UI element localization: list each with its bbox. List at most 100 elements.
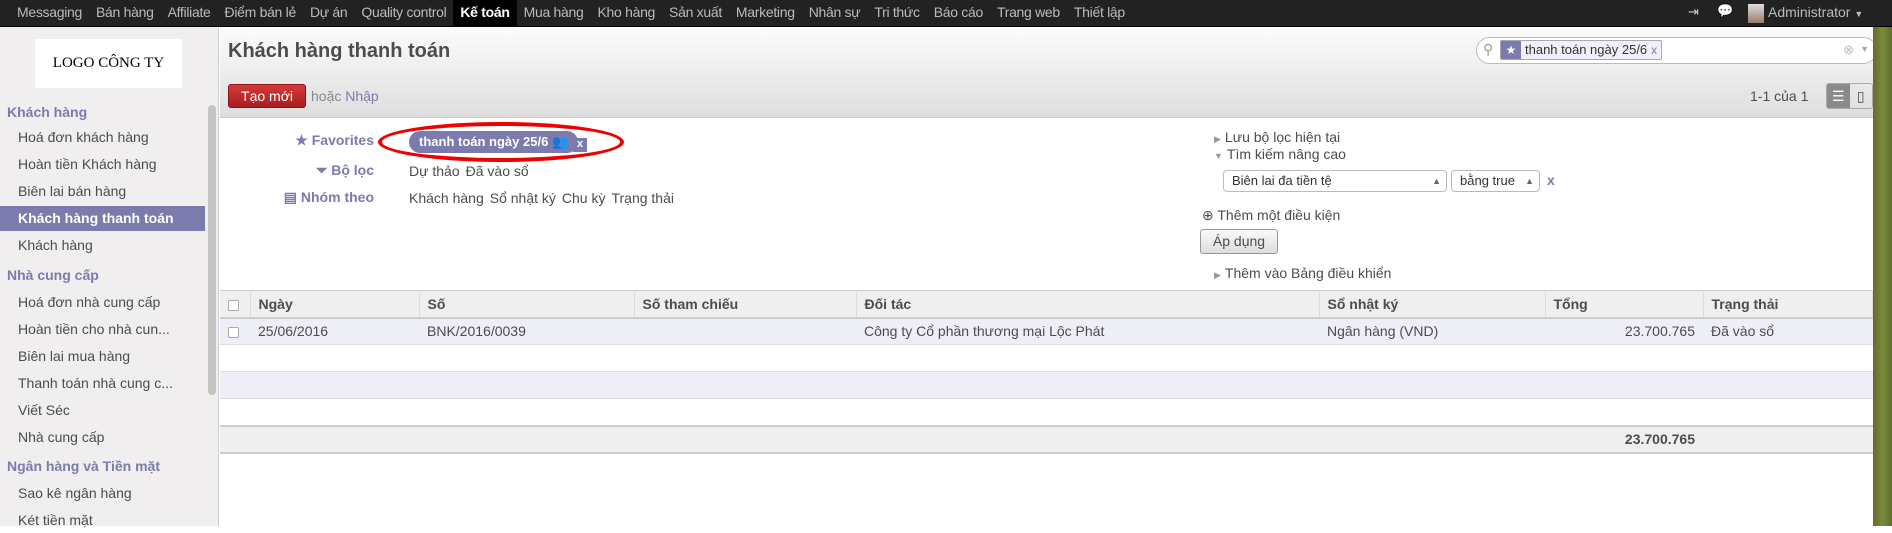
chat-icon[interactable]: 💬 [1717,3,1733,19]
caret-down-icon: ▼ [1854,9,1864,19]
pager: 1-1 của 1 [1750,88,1809,104]
cell-date: 25/06/2016 [250,317,419,345]
avatar[interactable] [1748,4,1764,23]
caret-right-icon: ▶ [1214,134,1221,144]
caret-right-icon: ▶ [1214,270,1221,280]
menu-mua-hang[interactable]: Mua hàng [517,0,591,27]
menu-affiliate[interactable]: Affiliate [161,0,218,27]
add-condition-link[interactable]: ⊕ Thêm một điều kiện [1202,207,1340,224]
filter-da-vao-so[interactable]: Đã vào sổ [466,163,529,179]
sidebar-item-nha-cung-cap[interactable]: Nhà cung cấp [0,425,205,450]
save-filter-toggle[interactable]: ▶ Lưu bộ lọc hiện tại [1214,129,1340,145]
or-import: hoặc Nhập [311,88,379,104]
sidebar-item-bien-lai-ban-hang[interactable]: Biên lai bán hàng [0,179,205,204]
sidebar-item-ket-tien-mat[interactable]: Két tiền mặt [0,508,205,533]
star-icon: ★ [295,132,312,148]
import-link[interactable]: Nhập [345,88,378,104]
cell-total: 23.700.765 [1545,317,1703,345]
col-so-tham-chieu[interactable]: Số tham chiếu [634,290,857,319]
desktop-background-strip [1873,27,1892,526]
col-doi-tac[interactable]: Đối tác [856,290,1320,319]
table-header: Ngày Số Số tham chiếu Đối tác Sổ nhật ký… [220,290,1873,319]
empty-row [220,371,1873,399]
group-by-text: Nhóm theo [300,189,374,205]
menu-kho-hang[interactable]: Kho hàng [591,0,663,27]
col-trang-thai[interactable]: Trạng thải [1703,290,1873,319]
sidebar-item-khach-hang[interactable]: Khách hàng [0,233,205,258]
logout-icon[interactable]: ⇥ [1688,4,1699,20]
sidebar-item-hoan-tien-nha-cung-cap[interactable]: Hoàn tiền cho nhà cun... [0,317,205,342]
select-arrows-icon: ▲ [1432,176,1441,186]
col-ngay[interactable]: Ngày [250,290,420,319]
menu-messaging[interactable]: Messaging [10,0,89,27]
cell-number: BNK/2016/0039 [419,317,634,345]
create-button[interactable]: Tạo mới [228,84,306,108]
sidebar-item-sao-ke-ngan-hang[interactable]: Sao kê ngân hàng [0,481,205,506]
menu-marketing[interactable]: Marketing [729,0,802,27]
advanced-search-toggle[interactable]: ▼ Tìm kiếm nâng cao [1214,146,1346,162]
sidebar-item-thanh-toan-nha-cung-cap[interactable]: Thanh toán nhà cung c... [0,371,205,396]
filter-label: ⏷ Bộ lọc [204,162,374,179]
add-dashboard-toggle[interactable]: ▶ Thêm vào Bảng điều khiển [1214,265,1391,281]
filter-options: Dự thảo Đã vào sổ [409,163,535,179]
sidebar-item-bien-lai-mua-hang[interactable]: Biên lai mua hàng [0,344,205,369]
operator-select[interactable]: bằng true ▲ [1451,170,1540,192]
clear-search-icon[interactable]: ⊗ [1843,42,1854,58]
group-by-options: Khách hàng Sổ nhật ký Chu kỳ Trạng thải [409,190,680,206]
annotation-ellipse [378,122,624,162]
menu-du-an[interactable]: Dự án [303,0,354,27]
view-switcher: ☰ ▯ [1826,83,1873,109]
add-dashboard-text: Thêm vào Bảng điều khiển [1224,265,1392,281]
app-menu: Messaging Bán hàng Affiliate Điểm bán lẻ… [10,0,1132,27]
sidebar-item-hoa-don-khach-hang[interactable]: Hoá đơn khách hàng [0,125,205,150]
cell-ref [634,317,856,345]
group-trang-thai[interactable]: Trạng thải [611,190,674,206]
menu-tri-thuc[interactable]: Tri thức [867,0,926,27]
sidebar-item-khach-hang-thanh-toan[interactable]: Khách hàng thanh toán [0,206,205,231]
sidebar-section-ngan-hang: Ngân hàng và Tiền mặt [7,458,160,474]
company-logo: LOGO CÔNG TY [35,39,182,88]
facet-label: thanh toán ngày 25/6 [1525,42,1648,57]
row-checkbox[interactable] [220,317,250,345]
menu-bao-cao[interactable]: Báo cáo [927,0,990,27]
add-condition-text: Thêm một điều kiện [1217,207,1341,223]
menu-diem-ban-le[interactable]: Điểm bán lẻ [218,0,303,27]
form-view-icon[interactable]: ▯ [1850,84,1873,108]
group-khach-hang[interactable]: Khách hàng [409,190,484,206]
payments-table: Ngày Số Số tham chiếu Đối tác Sổ nhật ký… [220,290,1873,454]
menu-nhan-su[interactable]: Nhân sự [802,0,868,27]
facet-remove-button[interactable]: x [1651,41,1661,59]
select-all-checkbox[interactable] [220,290,251,319]
database-icon: ▤ [283,189,301,205]
apply-button[interactable]: Áp dụng [1200,229,1278,254]
filter-du-thao[interactable]: Dự thảo [409,163,460,179]
menu-ban-hang[interactable]: Bán hàng [89,0,161,27]
menu-san-xuat[interactable]: Sản xuất [662,0,729,27]
sidebar-item-hoa-don-nha-cung-cap[interactable]: Hoá đơn nhà cung cấp [0,290,205,315]
search-dropdown-icon[interactable]: ▼ [1860,44,1869,54]
field-select-value: Biên lai đa tiền tệ [1232,173,1332,188]
star-icon: ★ [1501,41,1521,59]
list-view-icon[interactable]: ☰ [1827,84,1850,108]
user-name: Administrator [1768,4,1851,20]
group-so-nhat-ky[interactable]: Sổ nhật ký [490,190,556,206]
col-so[interactable]: Số [419,290,635,319]
sidebar-item-viet-sec[interactable]: Viết Séc [0,398,205,423]
remove-condition-button[interactable]: x [1547,172,1555,188]
plus-circle-icon: ⊕ [1202,207,1218,223]
group-chu-ky[interactable]: Chu kỳ [562,190,606,206]
col-tong[interactable]: Tổng [1545,290,1704,319]
menu-thiet-lap[interactable]: Thiết lập [1067,0,1132,27]
col-so-nhat-ky[interactable]: Sổ nhật ký [1319,290,1546,319]
menu-trang-web[interactable]: Trang web [990,0,1067,27]
operator-select-value: bằng true [1460,173,1515,188]
table-row[interactable]: 25/06/2016 BNK/2016/0039 Công ty Cổ phần… [220,317,1873,345]
sidebar-item-hoan-tien-khach-hang[interactable]: Hoàn tiền Khách hàng [0,152,205,177]
menu-quality-control[interactable]: Quality control [354,0,453,27]
advanced-search-text: Tìm kiếm nâng cao [1226,146,1346,162]
select-arrows-icon: ▲ [1525,176,1534,186]
user-menu[interactable]: Administrator ▼ [1768,4,1863,20]
field-select[interactable]: Biên lai đa tiền tệ ▲ [1223,170,1447,192]
group-by-label: ▤ Nhóm theo [204,189,374,206]
menu-ke-toan[interactable]: Kế toán [453,0,517,27]
